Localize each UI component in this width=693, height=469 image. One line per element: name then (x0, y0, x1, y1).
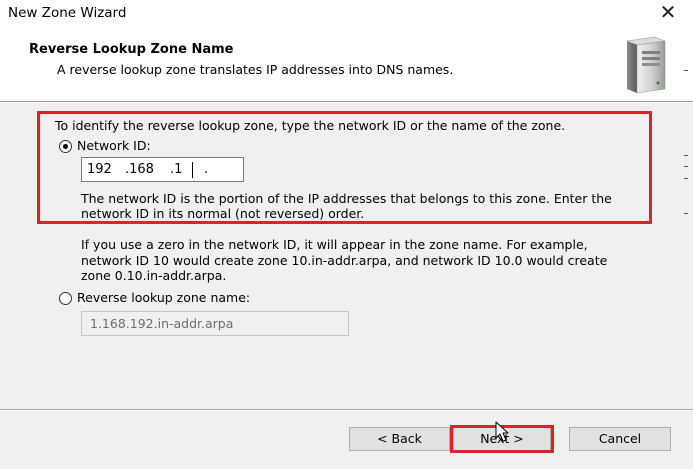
close-button[interactable]: ✕ (648, 0, 688, 26)
network-id-radio[interactable] (59, 140, 72, 153)
edge-mark (684, 166, 688, 167)
close-icon: ✕ (659, 0, 677, 24)
mouse-pointer-icon (495, 421, 509, 442)
intro-text: To identify the reverse lookup zone, typ… (55, 118, 566, 133)
zero-note-line-2: network ID 10 would create zone 10.in-ad… (81, 253, 608, 268)
zero-note-line-1: If you use a zero in the network ID, it … (81, 237, 588, 252)
page-title: Reverse Lookup Zone Name (29, 42, 234, 57)
octet-2[interactable]: .168 (125, 162, 154, 177)
edge-mark (684, 155, 688, 156)
edge-mark (684, 70, 688, 71)
zero-note-line-3: zone 0.10.in-addr.arpa. (81, 268, 227, 283)
network-id-input[interactable]: 192 .168 .1 . (81, 157, 244, 182)
page-subtitle: A reverse lookup zone translates IP addr… (57, 62, 454, 77)
cancel-button[interactable]: Cancel (569, 427, 671, 451)
octet-4[interactable]: . (204, 162, 208, 177)
network-id-label[interactable]: Network ID: (77, 138, 151, 153)
octet-1[interactable]: 192 (87, 162, 112, 177)
zone-name-radio[interactable] (59, 292, 72, 305)
back-button[interactable]: < Back (349, 427, 450, 451)
wizard-header: Reverse Lookup Zone Name A reverse looku… (0, 28, 693, 100)
octet-3[interactable]: .1 (170, 162, 182, 177)
network-id-help-line-1: The network ID is the portion of the IP … (81, 191, 612, 206)
zone-name-field: 1.168.192.in-addr.arpa (81, 311, 349, 336)
network-id-help-line-2: network ID in its normal (not reversed) … (81, 206, 365, 221)
edge-mark (684, 213, 688, 214)
zone-name-label[interactable]: Reverse lookup zone name: (77, 290, 250, 305)
title-bar: New Zone Wizard ✕ (0, 0, 693, 28)
window-title: New Zone Wizard (8, 5, 127, 21)
server-icon (626, 36, 666, 94)
edge-mark (684, 178, 688, 179)
text-cursor (192, 162, 193, 178)
